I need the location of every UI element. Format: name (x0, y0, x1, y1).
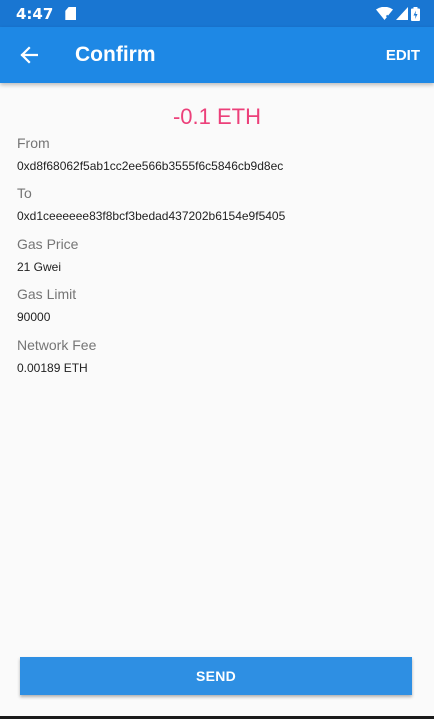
gas-price-field: Gas Price 21 Gwei (17, 236, 78, 274)
status-bar: 4:47 (0, 0, 434, 27)
status-left: 4:47 (16, 4, 77, 23)
network-fee-value: 0.00189 ETH (17, 361, 88, 375)
gas-limit-field: Gas Limit 90000 (17, 286, 76, 324)
signal-icon (396, 7, 408, 20)
transaction-amount: -0.1 ETH (172, 104, 262, 129)
status-right (376, 6, 420, 21)
edit-button[interactable]: EDIT (386, 27, 420, 83)
network-fee-label: Network Fee (17, 337, 97, 353)
status-time: 4:47 (16, 4, 54, 23)
from-field: From 0xd8f68062f5ab1cc2ee566b3555f6c5846… (17, 135, 283, 173)
wifi-icon (376, 7, 393, 20)
app-toolbar: Confirm EDIT (0, 27, 434, 83)
arrow-back-icon (20, 46, 38, 64)
page-title: Confirm (75, 43, 156, 66)
gas-limit-label: Gas Limit (17, 286, 77, 302)
gas-limit-value: 90000 (17, 310, 51, 324)
from-label: From (17, 135, 50, 151)
battery-icon (411, 6, 420, 21)
from-address: 0xd8f68062f5ab1cc2ee566b3555f6c5846cb9d8… (17, 159, 284, 173)
send-button[interactable]: SEND (20, 657, 412, 695)
to-label: To (17, 185, 32, 201)
gas-price-label: Gas Price (17, 236, 79, 252)
sd-card-icon (65, 7, 77, 20)
network-fee-field: Network Fee 0.00189 ETH (17, 337, 96, 375)
to-address: 0xd1ceeeeee83f8bcf3bedad437202b6154e9f54… (17, 209, 286, 223)
back-button[interactable] (0, 27, 58, 83)
gas-price-value: 21 Gwei (17, 260, 62, 274)
to-field: To 0xd1ceeeeee83f8bcf3bedad437202b6154e9… (17, 185, 285, 223)
